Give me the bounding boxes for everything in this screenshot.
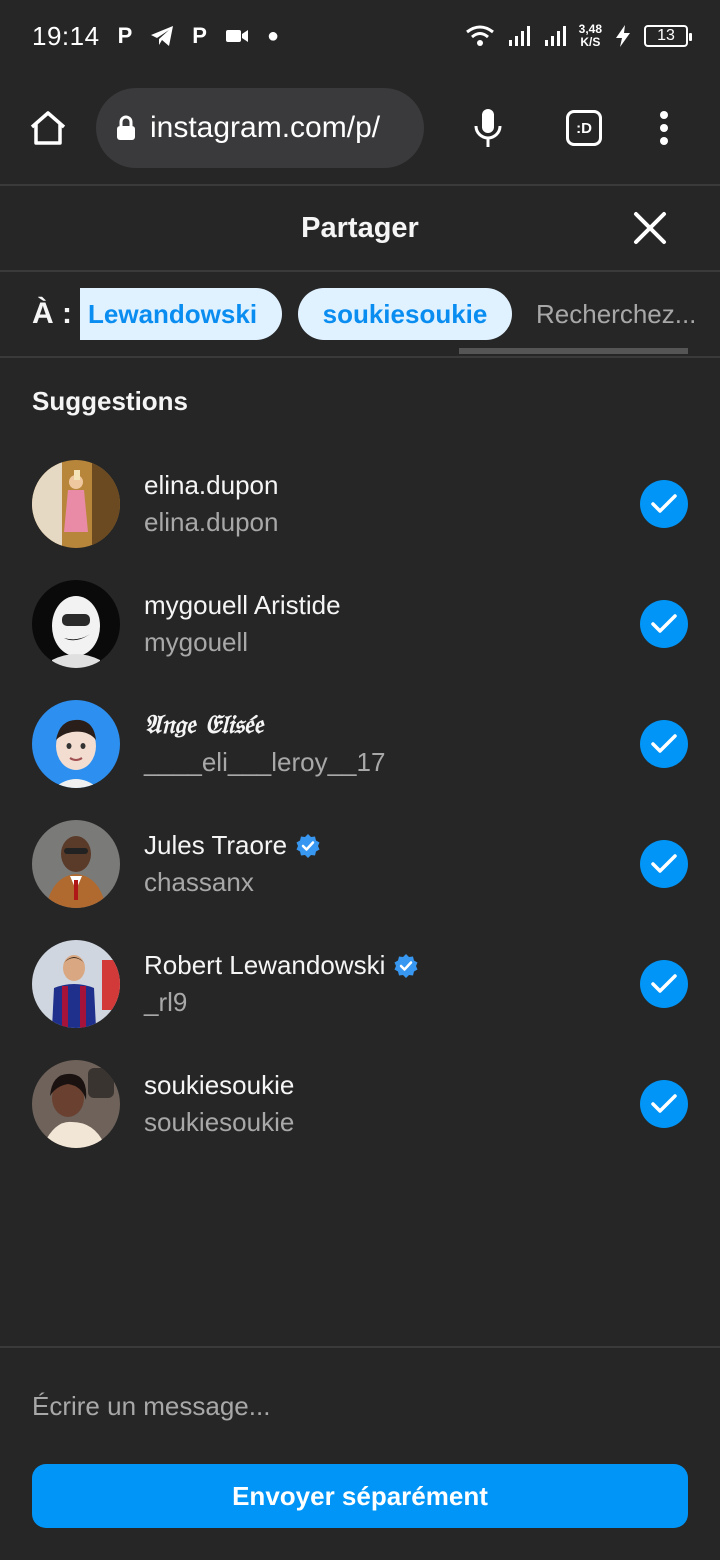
full-name: mygouell Aristide: [144, 590, 341, 620]
recipients-row: À : Lewandowski soukiesoukie: [0, 272, 720, 356]
selected-checkbox[interactable]: [640, 840, 688, 888]
voice-search-button[interactable]: [464, 104, 512, 152]
battery-icon: 13: [644, 25, 692, 47]
checkmark-icon: [651, 494, 677, 513]
full-name: 𝔄𝔫𝔤𝔢 𝔈𝔩𝔦𝔰𝔢́𝔢: [144, 710, 264, 740]
browser-menu-button[interactable]: [640, 104, 688, 152]
username: soukiesoukie: [144, 1107, 295, 1137]
p-app-icon: P: [117, 23, 133, 48]
home-button[interactable]: [24, 104, 72, 152]
list-item[interactable]: Robert Lewandowski _rl9: [0, 924, 720, 1044]
checkmark-icon: [651, 734, 677, 753]
selected-checkbox[interactable]: [640, 960, 688, 1008]
full-name: soukiesoukie: [144, 1070, 295, 1100]
tabs-count: :D: [566, 110, 602, 146]
microphone-icon: [474, 109, 502, 147]
selected-checkbox[interactable]: [640, 1080, 688, 1128]
suggestions-heading: Suggestions: [32, 386, 189, 416]
charging-icon: [616, 25, 630, 47]
list-item[interactable]: Jules Traore chassanx: [0, 804, 720, 924]
wifi-icon: [465, 25, 494, 46]
list-item[interactable]: mygouell Aristide mygouell: [0, 564, 720, 684]
full-name: Jules Traore: [144, 830, 288, 860]
message-input[interactable]: [32, 1378, 688, 1434]
dot-icon: ●: [266, 24, 280, 47]
signal-icon: [544, 26, 566, 46]
tabs-button[interactable]: :D: [560, 104, 608, 152]
close-button[interactable]: [628, 206, 672, 250]
lock-icon: [117, 115, 135, 140]
checkmark-icon: [651, 1094, 677, 1113]
status-time: 19:14: [32, 20, 100, 51]
video-icon: [225, 30, 248, 42]
avatar: [32, 580, 120, 668]
avatar: [32, 460, 120, 548]
checkmark-icon: [651, 614, 677, 633]
recipient-chip[interactable]: Lewandowski: [80, 288, 282, 340]
username: chassanx: [144, 867, 254, 897]
full-name: Robert Lewandowski: [144, 950, 386, 980]
suggestions-list: elina.dupon elina.dupon mygouell Aristid…: [0, 444, 720, 1164]
signal-icon: [508, 26, 530, 46]
recipient-search-input[interactable]: [536, 298, 696, 330]
list-item[interactable]: soukiesoukie soukiesoukie: [0, 1044, 720, 1164]
list-item[interactable]: 𝔄𝔫𝔤𝔢 𝔈𝔩𝔦𝔰𝔢́𝔢 ____eli___leroy__17: [0, 684, 720, 804]
checkmark-icon: [651, 854, 677, 873]
selected-checkbox[interactable]: [640, 600, 688, 648]
share-header: Partager: [0, 186, 720, 270]
avatar: [32, 940, 120, 1028]
selected-checkbox[interactable]: [640, 720, 688, 768]
username: ____eli___leroy__17: [144, 747, 386, 777]
avatar: [32, 820, 120, 908]
home-icon: [30, 111, 66, 145]
divider: [0, 356, 720, 358]
p-app-icon: P: [192, 23, 207, 48]
divider: [0, 1346, 720, 1348]
avatar: [32, 700, 120, 788]
username: elina.dupon: [144, 507, 279, 537]
to-label: À :: [32, 297, 72, 330]
recipient-chip[interactable]: soukiesoukie: [298, 288, 512, 340]
more-vertical-icon: [660, 111, 668, 145]
verified-badge-icon: [296, 833, 320, 858]
verified-badge-icon: [394, 953, 418, 978]
telegram-icon: [151, 26, 174, 46]
horizontal-scrollbar[interactable]: [459, 348, 688, 354]
username: mygouell: [144, 627, 249, 657]
network-speed: 3,48 K/S: [578, 22, 602, 49]
selected-checkbox[interactable]: [640, 480, 688, 528]
url-text: instagram.com/p/: [150, 111, 381, 144]
send-separately-button[interactable]: Envoyer séparément: [32, 1464, 688, 1528]
browser-toolbar: instagram.com/p/ :D: [0, 72, 720, 184]
username: _rl9: [144, 987, 188, 1017]
close-icon: [634, 212, 666, 244]
avatar: [32, 1060, 120, 1148]
address-bar[interactable]: instagram.com/p/: [96, 88, 424, 168]
checkmark-icon: [651, 974, 677, 993]
status-bar: 19:14 P P ● 3,48 K/S 13: [0, 0, 720, 72]
full-name: elina.dupon: [144, 470, 279, 500]
page-title: Partager: [301, 211, 419, 244]
list-item[interactable]: elina.dupon elina.dupon: [0, 444, 720, 564]
